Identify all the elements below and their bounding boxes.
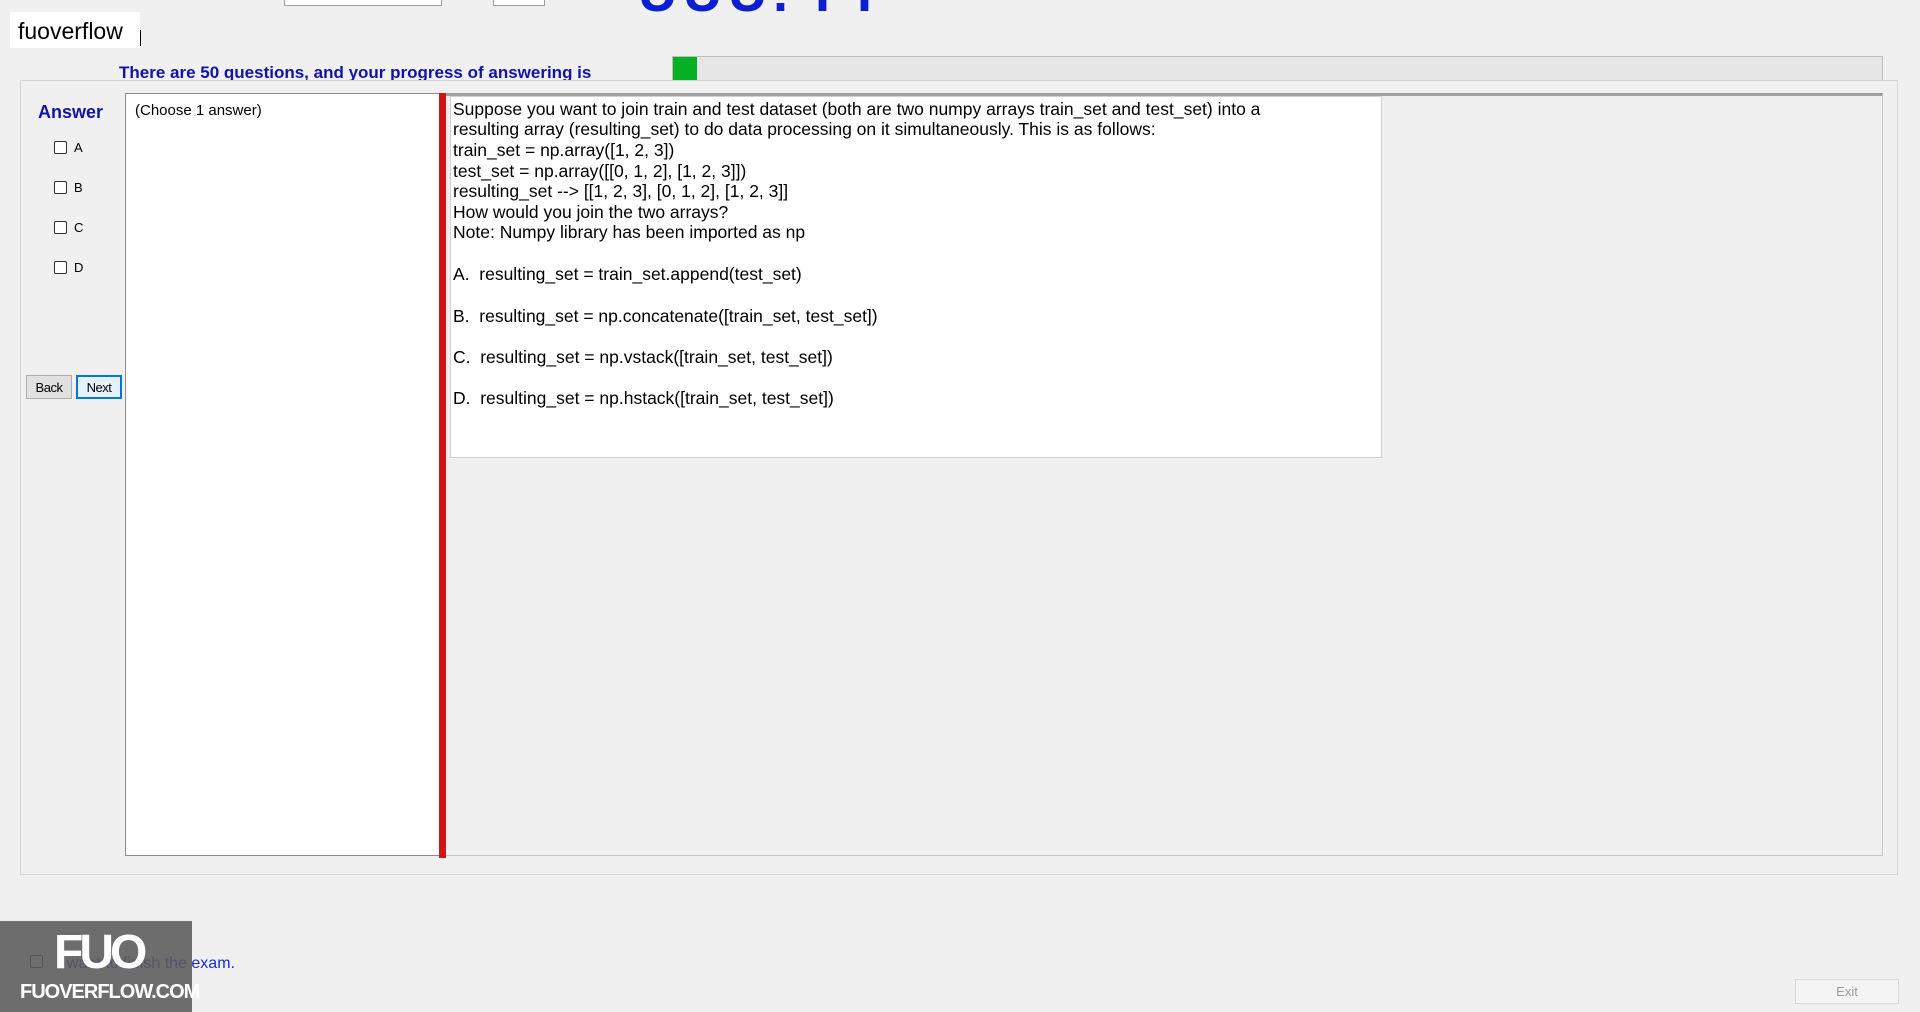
- question-line: resulting array (resulting_set) to do da…: [453, 119, 1156, 139]
- option-a-checkbox[interactable]: [54, 140, 67, 154]
- question-line: Suppose you want to join train and test …: [453, 99, 1261, 119]
- progress-fill: [673, 57, 698, 82]
- choice-c: C. resulting_set = np.vstack([train_set,…: [453, 347, 833, 367]
- panel-divider[interactable]: [439, 93, 446, 858]
- logo-big-text: FUO: [54, 926, 147, 979]
- question-line: resulting_set --> [[1, 2, 3], [0, 1, 2],…: [453, 181, 789, 201]
- text-caret: [140, 30, 141, 46]
- back-button[interactable]: Back: [26, 375, 72, 399]
- question-line: test_set = np.array([[0, 1, 2], [1, 2, 3…: [453, 161, 747, 181]
- exam-code-clipped: UUU. I I: [638, 0, 878, 24]
- answer-title: Answer: [38, 102, 104, 122]
- option-d-checkbox[interactable]: [54, 260, 67, 274]
- next-button[interactable]: Next: [76, 375, 122, 399]
- question-line: train_set = np.array([1, 2, 3]): [453, 140, 675, 160]
- option-a[interactable]: A: [54, 138, 83, 156]
- option-b-label: B: [74, 179, 83, 195]
- choice-b: B. resulting_set = np.concatenate([train…: [453, 306, 878, 326]
- answer-hint-panel: [125, 93, 440, 856]
- option-b-checkbox[interactable]: [54, 180, 67, 194]
- option-d[interactable]: D: [54, 258, 83, 276]
- top-field-2: [493, 0, 545, 6]
- option-c[interactable]: C: [54, 218, 83, 236]
- progress-bar: [672, 56, 1883, 83]
- option-b[interactable]: B: [54, 178, 83, 196]
- watermark-text: fuoverflow: [10, 12, 140, 48]
- option-d-label: D: [74, 259, 84, 275]
- choice-a: A. resulting_set = train_set.append(test…: [453, 264, 802, 284]
- fuoverflow-logo: FUO FUOVERFLOW.COM: [0, 921, 200, 1012]
- choice-d: D. resulting_set = np.hstack([train_set,…: [453, 388, 834, 408]
- option-c-checkbox[interactable]: [54, 220, 67, 234]
- exit-button[interactable]: Exit: [1795, 979, 1899, 1004]
- choose-hint: (Choose 1 answer): [135, 102, 262, 119]
- option-c-label: C: [74, 219, 84, 235]
- option-a-label: A: [74, 139, 83, 155]
- logo-small-text: FUOVERFLOW.COM: [20, 981, 200, 1003]
- top-field-1: [284, 0, 442, 6]
- question-line: Note: Numpy library has been imported as…: [453, 222, 806, 242]
- question-line: How would you join the two arrays?: [453, 202, 729, 222]
